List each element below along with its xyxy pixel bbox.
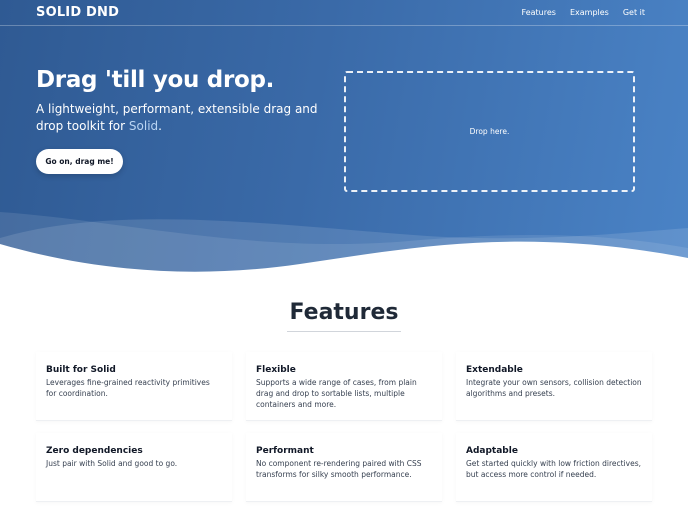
hero-headline: Drag 'till you drop. (36, 67, 275, 93)
feature-title: Extendable (466, 365, 523, 375)
feature-title: Zero dependencies (46, 446, 143, 456)
feature-title: Built for Solid (46, 365, 116, 375)
feature-title: Performant (256, 446, 314, 456)
feature-card-zero-dependencies: Zero dependencies Just pair with Solid a… (36, 433, 232, 502)
feature-description: Leverages fine-grained reactivity primit… (46, 378, 210, 398)
feature-description: Integrate your own sensors, collision de… (466, 378, 642, 398)
tagline-end: . (158, 119, 162, 133)
feature-card-adaptable: Adaptable Get started quickly with low f… (456, 433, 652, 502)
feature-description: No component re-rendering paired with CS… (256, 459, 422, 479)
nav-links: Features Examples Get it (522, 8, 645, 17)
hero-wave-divider (0, 212, 688, 275)
feature-card-flexible: Flexible Supports a wide range of cases,… (246, 352, 442, 421)
feature-description: Get started quickly with low friction di… (466, 459, 641, 479)
brand-logo[interactable]: SOLID DND (36, 5, 119, 20)
feature-title: Flexible (256, 365, 296, 375)
feature-card-performant: Performant No component re-rendering pai… (246, 433, 442, 502)
features-heading-underline (287, 331, 401, 332)
draggable-button[interactable]: Go on, drag me! (36, 149, 123, 174)
nav-link-get-it[interactable]: Get it (623, 8, 645, 17)
hero-section: SOLID DND Features Examples Get it Drag … (0, 0, 688, 275)
top-nav: SOLID DND Features Examples Get it (0, 0, 688, 26)
features-heading: Features (289, 300, 399, 325)
feature-title: Adaptable (466, 446, 518, 456)
feature-card-extendable: Extendable Integrate your own sensors, c… (456, 352, 652, 421)
drop-zone-label: Drop here. (469, 127, 510, 136)
nav-link-features[interactable]: Features (522, 8, 556, 17)
nav-link-examples[interactable]: Examples (570, 8, 609, 17)
hero-tagline: A lightweight, performant, extensible dr… (36, 101, 336, 135)
tagline-highlight: Solid (128, 119, 159, 133)
drop-zone[interactable]: Drop here. (344, 71, 635, 192)
feature-card-built-for-solid: Built for Solid Leverages fine-grained r… (36, 352, 232, 421)
feature-description: Just pair with Solid and good to go. (46, 459, 178, 468)
feature-description: Supports a wide range of cases, from pla… (256, 378, 417, 409)
tagline-text: A lightweight, performant, extensible dr… (36, 102, 318, 133)
